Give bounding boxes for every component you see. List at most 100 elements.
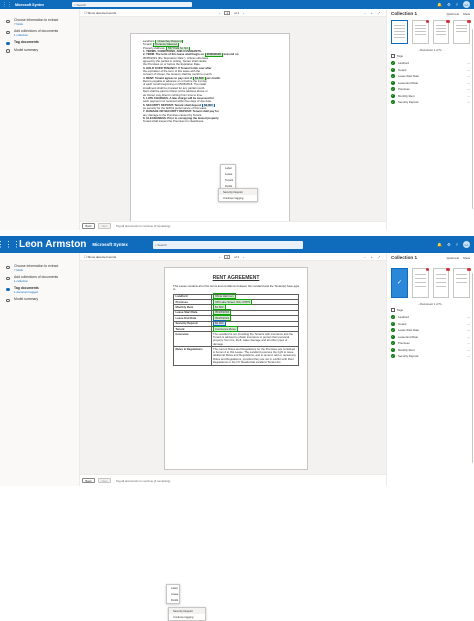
more-icon[interactable]: ⋯ bbox=[467, 68, 470, 72]
zoom-out-icon[interactable]: − bbox=[364, 255, 366, 259]
checkmark-icon: ✓ bbox=[391, 354, 395, 359]
collection-title: Collection 1 bbox=[391, 255, 418, 260]
untagged-badge bbox=[467, 19, 471, 23]
field-value: The Landlord is not providing the Tenant… bbox=[210, 331, 299, 348]
tag-label: Lease End Date bbox=[398, 80, 419, 85]
document-thumbnail[interactable]: ✓ bbox=[391, 268, 408, 298]
tag-list: ✓ Landlord ⋯ ✓ Tenant ⋯ ✓ Lease Start Date ⋯ ✓ Lea… bbox=[387, 314, 474, 360]
viewer-toolbar: ☐ Show detected words ‹ 1 of 1 › − + ⤢ bbox=[80, 9, 386, 17]
zoom-out-icon[interactable]: − bbox=[364, 11, 366, 15]
notification-icon[interactable]: 🔔 bbox=[437, 2, 442, 7]
avatar[interactable]: LA bbox=[463, 1, 470, 8]
footer-note: Tag all documents to continue (4 remaini… bbox=[116, 478, 171, 483]
more-icon[interactable]: ⋯ bbox=[467, 87, 470, 91]
search-input[interactable]: ⌕ Search bbox=[71, 2, 192, 7]
more-icon[interactable]: ⋯ bbox=[467, 74, 470, 78]
next-button[interactable]: Next bbox=[98, 477, 111, 484]
page-navigator: ‹ 1 of 1 › bbox=[219, 254, 244, 259]
show-words-toggle[interactable]: ☐ Show detected words bbox=[84, 11, 116, 15]
tagged-field[interactable]: Constance Rose bbox=[213, 325, 238, 332]
more-icon[interactable]: ⋯ bbox=[467, 94, 470, 98]
help-icon[interactable]: ? bbox=[456, 2, 458, 7]
table-row: Rules & Regulations The current Rules and… bbox=[173, 346, 299, 366]
back-button[interactable]: Back bbox=[82, 477, 95, 484]
quick-test-button[interactable]: Quick test bbox=[447, 256, 459, 260]
step-model-summary[interactable]: Model summary bbox=[0, 48, 79, 53]
select-all-checkbox[interactable] bbox=[391, 308, 395, 312]
document-thumbnail[interactable] bbox=[411, 19, 429, 44]
select-all-checkbox[interactable] bbox=[391, 54, 395, 58]
page-input[interactable]: 1 bbox=[224, 10, 231, 15]
step-dot bbox=[6, 19, 10, 23]
quick-test-button[interactable]: Quick test bbox=[447, 12, 459, 16]
show-words-toggle[interactable]: ☐ Show detected words bbox=[84, 255, 116, 259]
more-icon[interactable]: ⋯ bbox=[467, 335, 470, 339]
scrollbar[interactable] bbox=[471, 29, 473, 209]
tag-label: Premises bbox=[398, 341, 410, 346]
step-dot bbox=[6, 30, 10, 35]
clause-text: The Landlord is not providing the Tenant… bbox=[213, 332, 294, 346]
document-body: Landlord: Chaturbay Dawood Tenant: Floran… bbox=[143, 40, 277, 124]
menu-item-continue-tagging[interactable]: Continue tagging bbox=[169, 614, 205, 620]
step-add-collections[interactable]: Add collections of documents 1 collection bbox=[0, 275, 79, 283]
zoom-in-icon[interactable]: + bbox=[371, 255, 373, 259]
tag-item[interactable]: ✓ Security Deposit ⋯ bbox=[387, 353, 474, 360]
step-model-summary[interactable]: Model summary bbox=[0, 297, 79, 303]
tag-label: Premises bbox=[398, 87, 410, 92]
waffle-icon[interactable]: ⋮⋮⋮ bbox=[0, 0, 12, 9]
chevron-right-icon[interactable]: › bbox=[243, 11, 244, 15]
tag-label: Tenant bbox=[398, 321, 407, 326]
tag-item[interactable]: ✓ Security Deposit ⋯ bbox=[387, 99, 474, 106]
more-icon[interactable]: ⋯ bbox=[467, 61, 470, 65]
more-icon[interactable]: ⋯ bbox=[467, 322, 470, 326]
chevron-left-icon[interactable]: ‹ bbox=[219, 255, 220, 259]
chevron-right-icon[interactable]: › bbox=[243, 255, 244, 259]
show-button[interactable]: Show bbox=[463, 256, 470, 260]
document-line: Tenant shall inspect the Premises for cl… bbox=[143, 120, 277, 123]
chevron-left-icon[interactable]: ‹ bbox=[219, 11, 220, 15]
document-thumbnail[interactable] bbox=[453, 267, 471, 298]
help-icon[interactable]: ? bbox=[456, 242, 458, 247]
app-title: Microsoft Syntex bbox=[92, 242, 128, 247]
step-tag-documents[interactable]: Tag documents bbox=[0, 40, 79, 46]
more-icon[interactable]: ⋯ bbox=[467, 328, 470, 332]
back-button[interactable]: Back bbox=[82, 223, 95, 229]
checkmark-icon: ✓ bbox=[391, 315, 395, 320]
settings-icon[interactable]: ⚙ bbox=[447, 242, 451, 247]
more-icon[interactable]: ⋯ bbox=[467, 100, 470, 104]
menu-item[interactable]: Fields bbox=[167, 597, 179, 603]
document-thumbnail[interactable] bbox=[411, 267, 429, 298]
document-thumbnail[interactable] bbox=[453, 19, 471, 44]
waffle-icon[interactable]: ⋮⋮⋮ bbox=[0, 236, 21, 253]
menu-item-continue-tagging[interactable]: Continue tagging bbox=[219, 195, 257, 201]
more-icon[interactable]: ⋯ bbox=[467, 341, 470, 345]
tag-label: Monthly Rent bbox=[398, 347, 415, 352]
document-thumbnail[interactable] bbox=[432, 267, 450, 298]
scrollbar[interactable] bbox=[471, 273, 473, 463]
step-choose-info[interactable]: Choose information to extract 7 fields bbox=[0, 18, 79, 26]
document-thumbnail[interactable] bbox=[432, 19, 450, 44]
screen-top: ⋮⋮⋮ Microsoft Syntex ⌕ Search 🔔 ⚙ ? LA C… bbox=[0, 0, 474, 230]
page-input[interactable]: 1 bbox=[224, 254, 231, 259]
show-button[interactable]: Show bbox=[463, 12, 470, 16]
checkmark-icon: ✓ bbox=[391, 321, 395, 326]
step-add-collections[interactable]: Add collections of documents 1 collection bbox=[0, 29, 79, 37]
footer-bar: Back Next Tag all documents to continue … bbox=[80, 474, 386, 486]
settings-icon[interactable]: ⚙ bbox=[447, 2, 451, 7]
fit-page-icon[interactable]: ⤢ bbox=[378, 11, 380, 15]
document-thumbnail[interactable] bbox=[391, 20, 408, 44]
next-button[interactable]: Next bbox=[98, 223, 111, 229]
avatar[interactable]: LA bbox=[463, 241, 470, 248]
fit-page-icon[interactable]: ⤢ bbox=[378, 255, 380, 259]
search-input[interactable]: ⌕ Search bbox=[152, 240, 303, 249]
notification-icon[interactable]: 🔔 bbox=[437, 242, 442, 247]
step-dot bbox=[6, 49, 10, 53]
more-icon[interactable]: ⋯ bbox=[467, 348, 470, 352]
step-tag-documents[interactable]: Tag documents 1 document tagged bbox=[0, 286, 79, 294]
zoom-in-icon[interactable]: + bbox=[371, 11, 373, 15]
more-icon[interactable]: ⋯ bbox=[467, 81, 470, 85]
tag-label: Landlord bbox=[398, 61, 409, 66]
more-icon[interactable]: ⋯ bbox=[467, 354, 470, 358]
step-choose-info[interactable]: Choose information to extract 7 fields bbox=[0, 264, 79, 272]
more-icon[interactable]: ⋯ bbox=[467, 315, 470, 319]
